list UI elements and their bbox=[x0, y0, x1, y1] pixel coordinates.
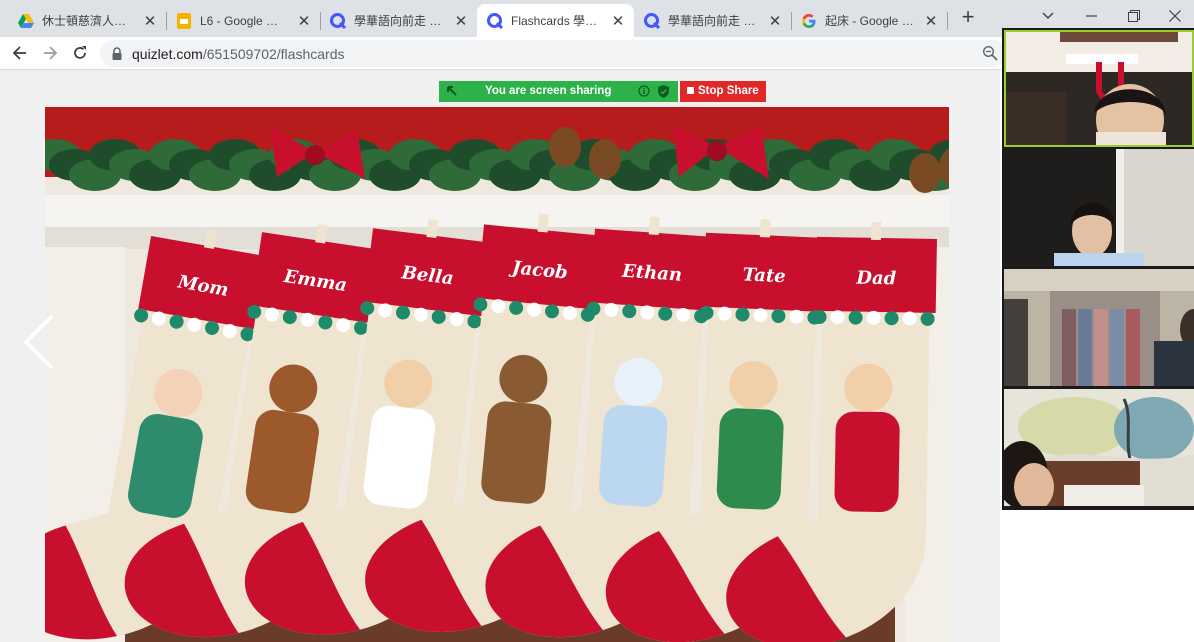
reload-button[interactable] bbox=[68, 41, 92, 65]
close-icon[interactable]: ✕ bbox=[767, 12, 783, 30]
share-status-text: You are screen sharing bbox=[485, 85, 612, 97]
close-icon[interactable]: ✕ bbox=[142, 12, 158, 30]
url-text[interactable]: quizlet.com/651509702/flashcards bbox=[132, 46, 344, 62]
tab-quizlet-2[interactable]: 學華語向前走 第三冊 ✕ bbox=[634, 4, 791, 37]
video-tile-participant-1[interactable] bbox=[1004, 30, 1194, 147]
tab-slides[interactable]: L6 - Google 簡報 ✕ bbox=[166, 4, 320, 37]
quizlet-flashcard-area: Mom Emma Bella Jacob Ethan Tate Dad You are sc… bbox=[0, 70, 1000, 642]
tab-flashcards[interactable]: Flashcards 學華語向前走 ✕ bbox=[477, 4, 634, 37]
screen-share-bar: You are screen sharing Stop Share bbox=[439, 81, 766, 102]
forward-arrow-icon bbox=[44, 46, 58, 60]
tab-title: 學華語向前走 第三冊 bbox=[354, 14, 447, 28]
info-icon[interactable] bbox=[638, 85, 650, 100]
tab-drive[interactable]: 休士頓慈濟人文學校 ✕ bbox=[8, 4, 166, 37]
share-status: You are screen sharing bbox=[439, 81, 678, 102]
tab-title: L6 - Google 簡報 bbox=[200, 14, 290, 28]
stop-icon bbox=[687, 87, 694, 94]
back-button[interactable] bbox=[8, 41, 32, 65]
reload-icon bbox=[74, 46, 86, 59]
shield-icon[interactable] bbox=[658, 85, 669, 101]
previous-card-button[interactable] bbox=[22, 314, 56, 375]
google-drive-icon bbox=[18, 13, 34, 29]
address-bar[interactable]: quizlet.com/651509702/flashcards bbox=[100, 40, 1006, 67]
quizlet-icon bbox=[487, 12, 503, 29]
back-arrow-icon bbox=[12, 46, 26, 60]
stocking-name: Tate bbox=[742, 264, 786, 287]
google-icon bbox=[801, 13, 817, 29]
close-icon[interactable]: ✕ bbox=[923, 12, 939, 30]
tab-title: 休士頓慈濟人文學校 bbox=[42, 14, 136, 28]
quizlet-icon bbox=[330, 12, 346, 29]
signal-icon bbox=[446, 85, 458, 100]
tab-title: 起床 - Google 搜尋 bbox=[825, 14, 917, 28]
tab-title: 學華語向前走 第三冊 bbox=[668, 14, 761, 28]
tab-google-search[interactable]: 起床 - Google 搜尋 ✕ bbox=[791, 4, 947, 37]
forward-button[interactable] bbox=[38, 41, 62, 65]
close-icon[interactable]: ✕ bbox=[453, 12, 469, 30]
lock-icon[interactable] bbox=[112, 47, 122, 65]
tab-separator bbox=[947, 12, 948, 30]
stop-share-button[interactable]: Stop Share bbox=[680, 81, 766, 102]
video-tile-participant-3[interactable] bbox=[1004, 269, 1194, 386]
zoom-icon[interactable] bbox=[982, 45, 998, 66]
close-icon[interactable]: ✕ bbox=[610, 12, 626, 30]
url-domain: quizlet.com bbox=[132, 46, 203, 62]
tab-title: Flashcards 學華語向前走 bbox=[511, 14, 604, 28]
video-tile-participant-4[interactable] bbox=[1004, 389, 1194, 506]
stocking-name: Dad bbox=[855, 268, 897, 290]
flashcard-image: Mom Emma Bella Jacob Ethan Tate Dad bbox=[45, 107, 949, 642]
url-path: /651509702/flashcards bbox=[202, 46, 345, 62]
video-gallery bbox=[1002, 28, 1194, 510]
video-tile-participant-2[interactable] bbox=[1004, 149, 1194, 266]
chevron-left-icon bbox=[23, 314, 54, 370]
stocking-name: Ethan bbox=[620, 261, 682, 286]
tab-quizlet-1[interactable]: 學華語向前走 第三冊 ✕ bbox=[320, 4, 477, 37]
close-icon[interactable]: ✕ bbox=[296, 12, 312, 30]
google-slides-icon bbox=[176, 12, 192, 29]
new-tab-button[interactable]: + bbox=[956, 6, 980, 30]
stop-share-label: Stop Share bbox=[698, 85, 759, 97]
quizlet-icon bbox=[644, 12, 660, 29]
